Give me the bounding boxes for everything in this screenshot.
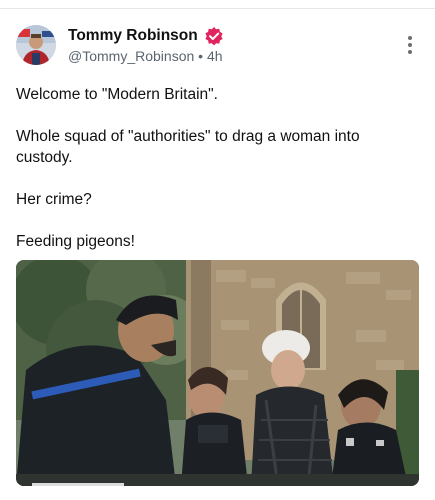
avatar-image — [16, 25, 56, 65]
more-options-icon[interactable] — [407, 36, 413, 56]
post-paragraph: Whole squad of "authorities" to drag a w… — [16, 128, 360, 166]
post-paragraph: Welcome to "Modern Britain". — [16, 86, 218, 103]
avatar[interactable] — [16, 25, 56, 65]
post-paragraph: Her crime? — [16, 191, 92, 208]
post-time[interactable]: 4h — [207, 48, 223, 64]
post-author: Tommy Robinson @Tommy_Robinson • 4h — [68, 26, 224, 66]
post-body: Welcome to "Modern Britain". Whole squad… — [16, 84, 416, 273]
post-paragraph: Feeding pigeons! — [16, 233, 135, 250]
top-divider — [0, 8, 435, 9]
author-handle[interactable]: @Tommy_Robinson — [68, 48, 194, 64]
verified-badge-icon — [204, 26, 224, 46]
author-name[interactable]: Tommy Robinson — [68, 27, 198, 45]
video-progress-bar[interactable] — [32, 483, 124, 486]
author-meta: @Tommy_Robinson • 4h — [68, 48, 224, 66]
meta-separator: • — [198, 48, 204, 64]
post-video[interactable] — [16, 260, 419, 486]
video-frame-image — [16, 260, 419, 486]
